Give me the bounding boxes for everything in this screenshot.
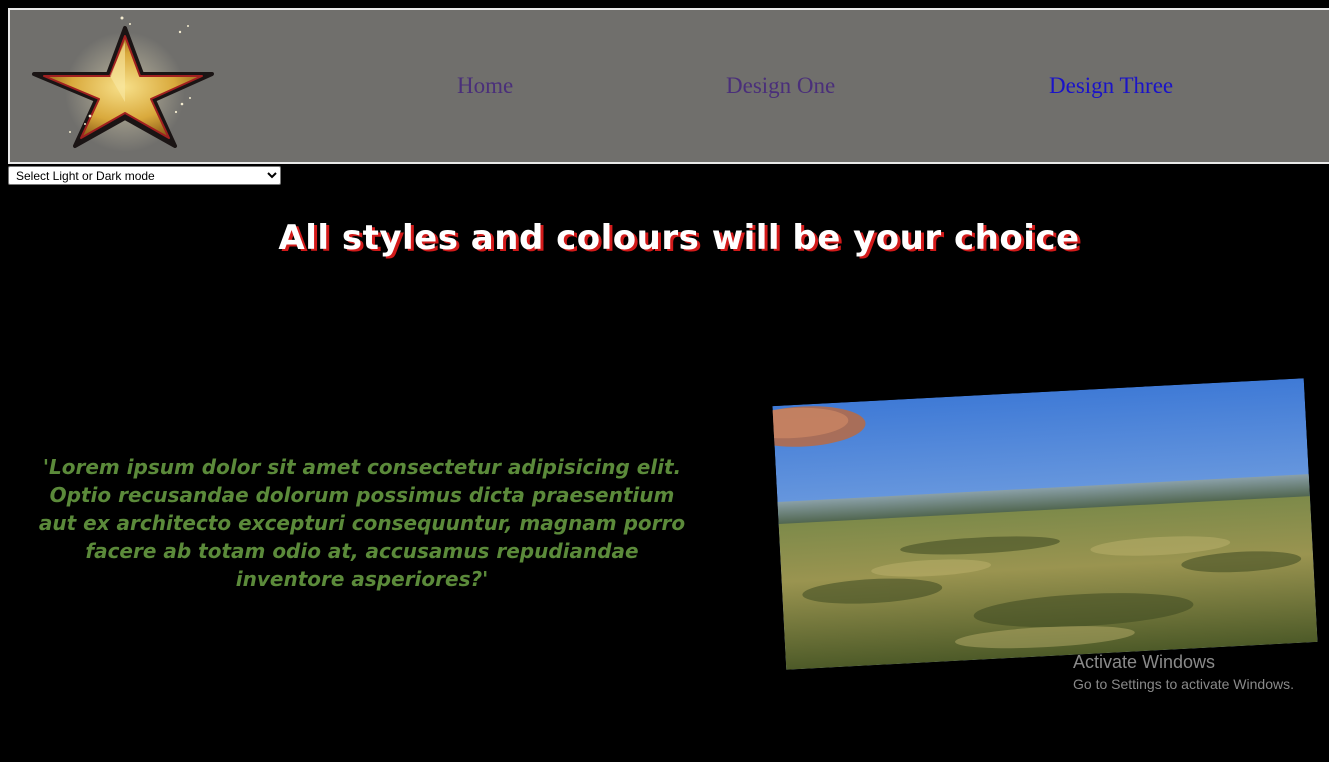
landscape-photo-image [738, 378, 1318, 670]
theme-mode-select[interactable]: Select Light or Dark mode [8, 166, 281, 185]
nav-link-design-one[interactable]: Design One [726, 73, 835, 99]
activate-windows-watermark: Activate Windows Go to Settings to activ… [1073, 651, 1294, 694]
watermark-subtitle: Go to Settings to activate Windows. [1073, 676, 1294, 692]
gold-star-icon [32, 16, 214, 152]
landscape-photo [738, 378, 1318, 670]
nav-link-home[interactable]: Home [457, 73, 513, 99]
watermark-title: Activate Windows [1073, 652, 1216, 672]
page-heading: All styles and colours will be your choi… [278, 218, 1080, 258]
nav-link-design-three[interactable]: Design Three [1049, 73, 1173, 99]
lorem-quote: 'Lorem ipsum dolor sit amet consectetur … [38, 455, 686, 591]
site-header: Home Design One Design Three [8, 8, 1329, 164]
